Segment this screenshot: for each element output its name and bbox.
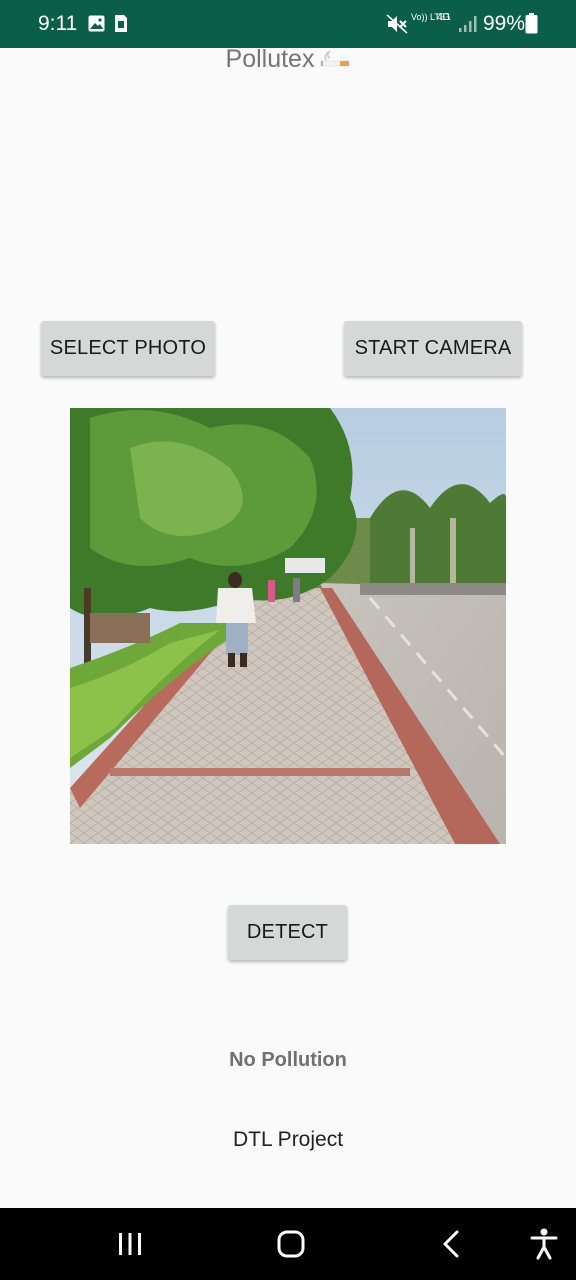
signal-icon [459, 16, 477, 32]
status-bar: 9:11 Vo)) LTE1 4G 99% [0, 0, 576, 48]
battery-level: 99% [483, 12, 526, 35]
cigarette-icon [320, 46, 350, 75]
status-time: 9:11 [38, 12, 78, 35]
sim-icon [114, 14, 128, 33]
select-photo-button[interactable]: SELECT PHOTO [41, 321, 215, 376]
detect-button[interactable]: DETECT [228, 905, 347, 960]
battery-icon [525, 13, 538, 34]
back-icon[interactable] [441, 1230, 461, 1258]
recents-icon[interactable] [117, 1232, 143, 1256]
gallery-icon [88, 15, 105, 32]
navigation-bar [0, 1208, 576, 1280]
detection-result: No Pollution [229, 1049, 347, 1071]
mute-icon [386, 14, 408, 34]
network-type: 4G [437, 12, 451, 23]
start-camera-button[interactable]: START CAMERA [344, 321, 522, 376]
selected-photo [70, 408, 506, 844]
app-title-text: Pollutex [225, 45, 315, 73]
home-icon[interactable] [277, 1230, 305, 1258]
accessibility-icon[interactable] [530, 1228, 558, 1260]
footer-text: DTL Project [232, 1128, 344, 1151]
app-title: Pollutex [0, 45, 576, 75]
